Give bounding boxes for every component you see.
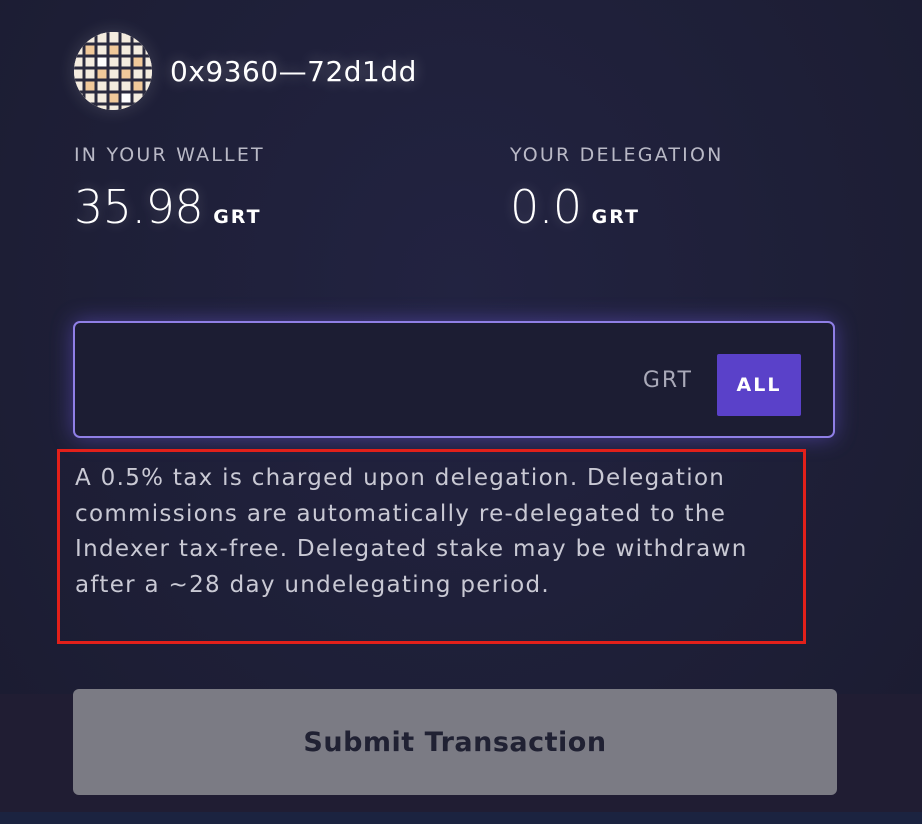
delegation-amount-input[interactable] [89,353,613,411]
delegation-balance-label: YOUR DELEGATION [510,144,724,166]
delegation-balance-value: 0.0 [510,180,582,234]
wallet-balance-unit: GRT [213,206,262,228]
wallet-balance: IN YOUR WALLET 35.98 GRT [74,144,265,234]
indexer-address[interactable]: 0x9360—72d1dd [170,55,417,88]
delegation-balance: YOUR DELEGATION 0.0 GRT [510,144,724,234]
wallet-balance-label: IN YOUR WALLET [74,144,265,166]
max-all-button[interactable]: ALL [717,354,801,416]
wallet-balance-row: 35.98 GRT [74,180,265,234]
submit-transaction-button[interactable]: Submit Transaction [73,689,837,795]
footer-strip [0,812,922,824]
wallet-balance-value: 35.98 [74,180,204,234]
delegation-tax-notice-text: A 0.5% tax is charged upon delegation. D… [75,465,748,598]
indexer-identity: 0x9360—72d1dd [74,32,417,110]
delegate-panel: 0x9360—72d1dd IN YOUR WALLET 35.98 GRT Y… [0,0,922,824]
delegation-balance-row: 0.0 GRT [510,180,724,234]
amount-unit-label: GRT [642,368,693,393]
indexer-avatar-icon [74,32,152,110]
delegation-amount-field[interactable]: GRT ALL [73,321,835,438]
delegation-balance-unit: GRT [591,206,640,228]
delegation-tax-notice: A 0.5% tax is charged upon delegation. D… [57,449,806,644]
